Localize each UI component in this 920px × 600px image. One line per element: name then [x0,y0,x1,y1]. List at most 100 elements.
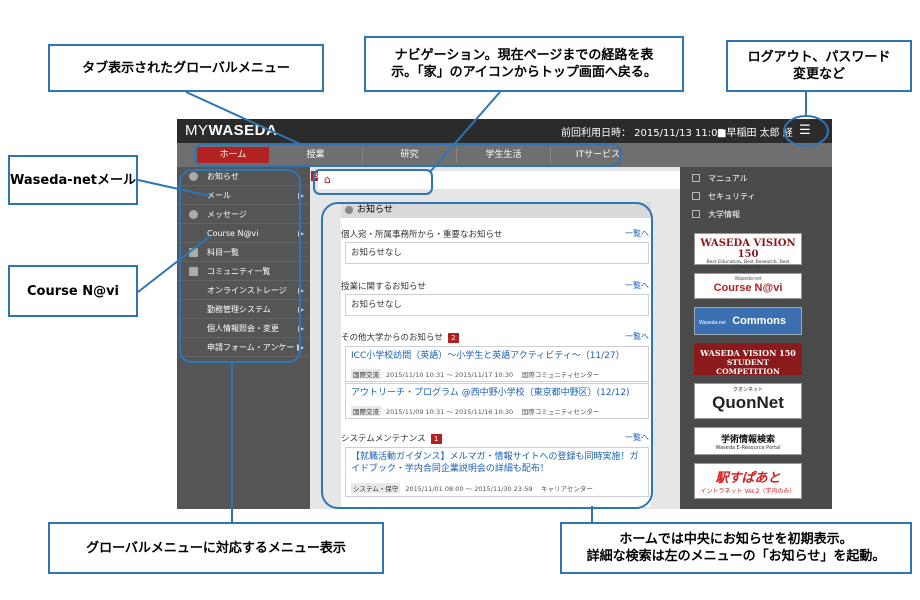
section-heading-text: その他大学からのお知らせ [341,333,443,343]
banner-student-competition[interactable]: WASEDA VISION 150 STUDENT COMPETITION [694,343,802,376]
notice-item-meta: 国際交流 2015/11/09 10:31 ～ 2015/11/16 10:30 … [351,406,599,416]
home-icon[interactable]: ⌂ [324,174,331,186]
chevron-right-icon: ▶ [298,343,305,352]
right-link-manual[interactable]: マニュアル [692,173,748,184]
banner-subtitle: Best Education, Best Research, Best Comm… [706,260,790,270]
side-item-label: 勤務管理システム [207,305,271,314]
callout-navigation: ナビゲーション。現在ページまでの経路を表 示。「家」のアイコンからトップ画面へ戻… [364,36,684,92]
more-link[interactable]: 一覧へ [625,432,649,443]
info-icon [189,172,198,181]
banner-main: 駅すぱあと [715,471,781,486]
side-item-notices[interactable]: お知らせ [177,167,310,186]
notice-panel-title: お知らせ [341,202,651,218]
section-classes-empty: お知らせなし [345,294,649,316]
callout-global-menu: タブ表示されたグローバルメニュー [48,44,324,92]
banner-course-navi[interactable]: Waseda-net Course N@vi [694,273,802,299]
banner-ekispert[interactable]: 駅すぱあと イントラネット Ver.2（学内のみ） [694,463,802,499]
logo-main: WASEDA [208,122,278,139]
logo-prefix: MY [185,122,209,139]
more-link[interactable]: 一覧へ [625,228,649,239]
banner-main: Commons [732,315,787,327]
user-name[interactable]: ■早稲田 太郎 経 [717,124,793,139]
side-item-label: コミュニティ一覧 [207,267,271,276]
count-badge: 1 [430,434,442,444]
side-item-messages[interactable]: メッセージ [177,205,310,224]
side-item-personal-info[interactable]: 個人情報照会・変更 ▶ [177,319,310,338]
section-heading-text: 個人宛・所属事務所から・重要なお知らせ [341,230,503,240]
notice-item-title[interactable]: 【就職活動ガイダンス】メルマガ・情報サイトへの登録も同時実施！ガイドブック・学内… [351,451,646,475]
list-icon[interactable]: ☰ [796,123,814,139]
banner-small: クオンネット [733,387,763,393]
callout-text: Waseda-netメール [10,172,136,188]
side-item-online-storage[interactable]: オンラインストレージ ▶ [177,281,310,300]
tab-student-life[interactable]: 学生生活 [457,147,551,163]
community-icon [189,267,198,276]
right-link-university-info[interactable]: 大学情報 [692,209,740,220]
tab-research[interactable]: 研究 [363,147,457,163]
right-link-label: セキュリティ [708,192,756,201]
section-important-empty: お知らせなし [345,242,649,264]
document-icon [692,210,700,218]
chevron-right-icon: ▶ [298,229,305,238]
right-link-label: マニュアル [708,174,748,183]
user-name-label: 早稲田 太郎 経 [726,128,793,139]
app-logo[interactable]: MYWASEDA [185,122,277,139]
banner-subtitle: Waseda E-Resource Portal [715,445,781,451]
callout-text: グローバルメニューに対応するメニュー表示 [86,540,346,556]
notice-item[interactable]: アウトリーチ・プログラム @西中野小学校（東京都中野区）(12/12) 国際交流… [345,383,649,419]
right-link-security[interactable]: セキュリティ [692,191,756,202]
banner-main: 学術情報検索 [720,435,775,445]
banner-small: Waseda-net [699,320,726,326]
side-item-label: 個人情報照会・変更 [207,324,279,333]
side-item-course-navi[interactable]: Course N@vi ▶ [177,224,310,243]
notice-item[interactable]: ICC小学校訪問（英語）～小学生と英語アクティビティ～（11/27） 国際交流 2… [345,346,649,382]
banner-title: WASEDA VISION 150 [700,238,796,260]
tab-it-services[interactable]: ITサービス [551,147,645,163]
side-item-attendance-system[interactable]: 勤務管理システム ▶ [177,300,310,319]
more-link[interactable]: 一覧へ [625,280,649,291]
side-item-label: メッセージ [207,210,247,219]
right-link-label: 大学情報 [708,210,740,219]
banner-quonnet[interactable]: クオンネット QuonNet [694,383,802,419]
breadcrumb: ⌂ [318,171,680,189]
notice-item-title[interactable]: アウトリーチ・プログラム @西中野小学校（東京都中野区）(12/12) [351,387,646,399]
section-heading-text: システムメンテナンス [341,434,426,444]
callout-side-menu: グローバルメニューに対応するメニュー表示 [48,522,384,574]
callout-logout: ログアウト、パスワード 変更など [726,40,912,92]
book-icon [189,248,198,257]
side-item-course-list[interactable]: 科目一覧 [177,243,310,262]
notice-item[interactable]: 【就職活動ガイダンス】メルマガ・情報サイトへの登録も同時実施！ガイドブック・学内… [345,447,649,497]
notice-item-title[interactable]: ICC小学校訪問（英語）～小学生と英語アクティビティ～（11/27） [351,350,646,362]
callout-text-line2: 示。「家」のアイコンからトップ画面へ戻る。 [391,65,657,80]
callout-text-line1: ログアウト、パスワード [747,50,891,65]
section-classes-heading: 授業に関するお知らせ 一覧へ [341,280,651,292]
count-badge: 2 [447,333,459,343]
category-tag: システム・保守 [351,483,401,493]
top-bar: MYWASEDA 前回利用日時： 2015/11/13 11:07 ■早稲田 太… [177,119,832,143]
tab-classes[interactable]: 授業 [269,147,363,163]
side-item-label: メール [207,191,231,200]
banner-waseda-vision[interactable]: WASEDA VISION 150 Best Education, Best R… [694,233,802,270]
chevron-right-icon: ▶ [298,324,305,333]
category-tag: 国際交流 [351,369,381,379]
callout-text: Course N@vi [26,283,120,299]
callout-mail: Waseda-netメール [8,155,138,205]
speech-bubble-icon [189,210,198,219]
tab-home[interactable]: ホーム [197,147,269,163]
side-item-forms-surveys[interactable]: 申請フォーム・アンケート ▶ [177,338,310,357]
notice-item-period: 2015/11/01 08:00 ～ 2015/11/30 23:59 キャリア… [405,485,593,493]
banner-eresource[interactable]: 学術情報検索 Waseda E-Resource Portal [694,427,802,455]
document-icon [692,174,700,182]
side-item-mail[interactable]: メール ▶ [177,186,310,205]
side-item-label: 申請フォーム・アンケート [207,343,303,352]
banner-line1: WASEDA VISION 150 [700,348,796,358]
global-menu: ホーム 授業 研究 学生生活 ITサービス [177,143,832,167]
more-link[interactable]: 一覧へ [625,331,649,342]
side-item-community-list[interactable]: コミュニティ一覧 [177,262,310,281]
category-tag: 国際交流 [351,406,381,416]
banner-main: QuonNet [712,393,784,412]
banner-main: Course N@vi [713,282,783,294]
document-icon [692,192,700,200]
right-pane: マニュアル セキュリティ 大学情報 WASEDA VISION 150 Best… [680,167,832,509]
banner-commons[interactable]: Waseda-net Commons [694,307,802,335]
